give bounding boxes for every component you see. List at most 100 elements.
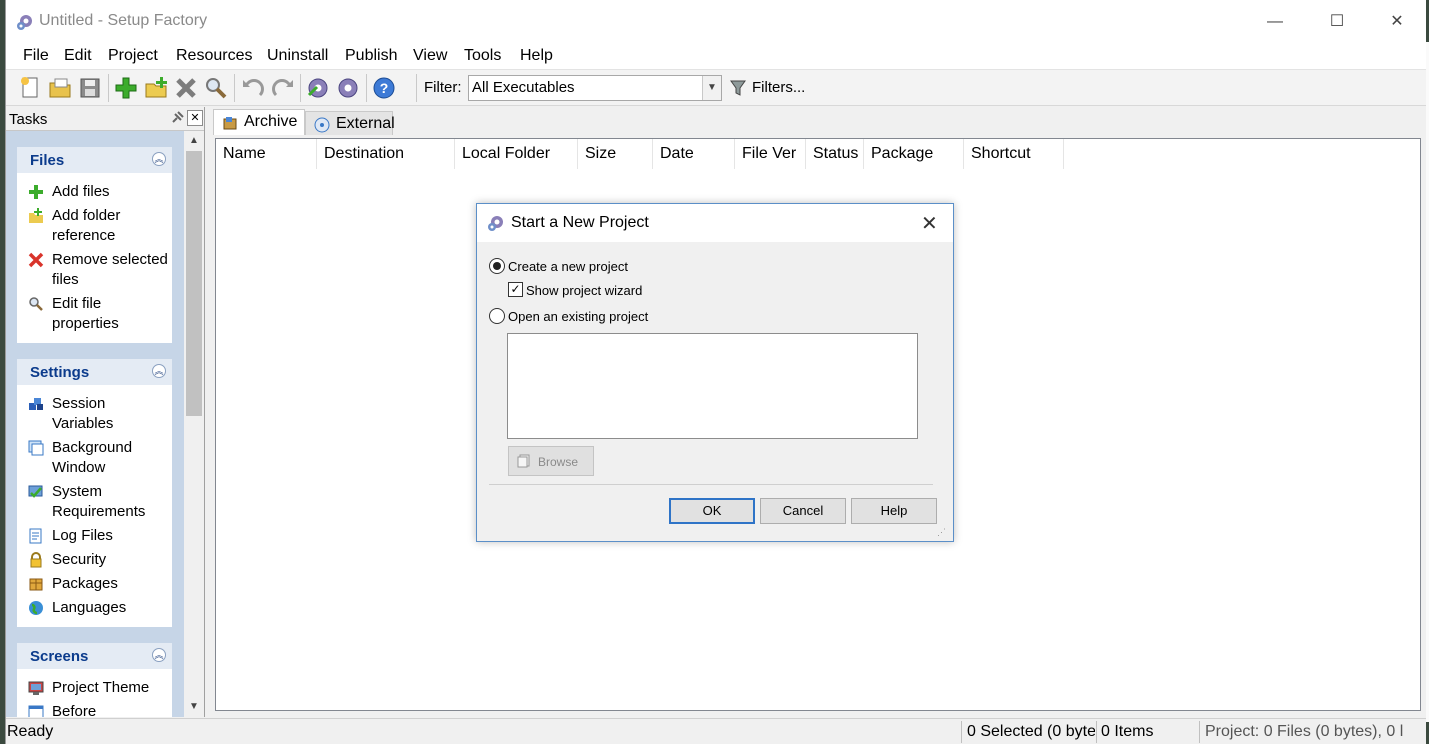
file-properties-icon[interactable] [203, 75, 229, 101]
chevron-up-icon[interactable]: ▲ [189, 135, 199, 146]
theme-icon [28, 681, 44, 695]
menu-edit[interactable]: Edit [64, 47, 92, 65]
help-icon[interactable]: ? [371, 75, 397, 101]
ok-button[interactable]: OK [669, 498, 755, 524]
task-label: Edit file properties [52, 295, 119, 332]
status-project: Project: 0 Files (0 bytes), 0 l [1205, 723, 1404, 740]
publish-settings-icon[interactable] [335, 75, 361, 101]
column-header-local-folder[interactable]: Local Folder [455, 139, 578, 169]
screen-before-icon [28, 705, 44, 717]
open-existing-label[interactable]: Open an existing project [508, 309, 648, 324]
undo-icon[interactable] [240, 75, 266, 101]
menu-bar: File Edit Project Resources Uninstall Pu… [6, 42, 1426, 70]
globe-icon [29, 601, 43, 615]
task-label: Session Variables [52, 395, 114, 432]
task-pane-scrollbar[interactable]: ▲ ▼ [184, 131, 204, 717]
menu-tools[interactable]: Tools [464, 47, 501, 65]
close-button[interactable]: ✕ [1374, 8, 1420, 36]
maximize-button[interactable]: ☐ [1314, 8, 1360, 36]
create-new-radio[interactable] [489, 258, 505, 274]
redo-icon[interactable] [270, 75, 296, 101]
status-ready: Ready [7, 723, 54, 740]
task-label: Security [52, 551, 107, 568]
create-new-label[interactable]: Create a new project [508, 259, 628, 274]
show-wizard-label[interactable]: Show project wizard [526, 283, 642, 298]
resize-grip-icon[interactable]: ⋰ [937, 527, 949, 539]
column-header-date[interactable]: Date [653, 139, 735, 169]
browse-button[interactable]: Browse [508, 446, 594, 476]
toolbar: ? Filter: All Executables ▼ Filters... [6, 70, 1426, 106]
task-pane-title: Tasks [9, 111, 48, 128]
task-pane-header: Tasks ✕ [6, 107, 204, 131]
chevron-down-icon[interactable]: ▼ [702, 76, 721, 100]
show-wizard-checkbox[interactable]: ✓ [508, 282, 523, 297]
column-header-shortcut[interactable]: Shortcut [964, 139, 1064, 169]
chevron-down-icon[interactable]: ▼ [189, 701, 199, 712]
screens-group-header[interactable]: Screens ︽ [17, 643, 172, 669]
collapse-icon[interactable]: ︽ [152, 648, 166, 662]
menu-uninstall[interactable]: Uninstall [267, 47, 328, 65]
pin-icon[interactable] [169, 110, 185, 126]
settings-group-header[interactable]: Settings ︽ [17, 359, 172, 385]
build-icon[interactable] [305, 75, 331, 101]
dialog-divider [489, 484, 933, 485]
cancel-button[interactable]: Cancel [760, 498, 846, 524]
task-pane: Tasks ✕ Files ︽ Add files Add folder ref… [6, 107, 205, 717]
settings-group: Settings ︽ Session Variables Background … [17, 359, 172, 627]
help-button[interactable]: Help [851, 498, 937, 524]
tab-external-label: External [336, 115, 395, 132]
collapse-icon[interactable]: ︽ [152, 364, 166, 378]
svg-text:?: ? [380, 80, 389, 96]
remove-x-icon [28, 252, 44, 268]
gear-app-icon [17, 15, 32, 30]
browse-label: Browse [538, 455, 579, 469]
dialog-title: Start a New Project [511, 214, 649, 231]
session-variables-icon [29, 398, 43, 410]
new-project-dialog: Start a New Project ✕ Create a new proje… [476, 203, 954, 542]
filter-value: All Executables [472, 79, 575, 96]
add-files-icon[interactable] [113, 75, 139, 101]
menu-resources[interactable]: Resources [176, 47, 252, 65]
open-existing-radio[interactable] [489, 308, 505, 324]
task-label: System Requirements [52, 483, 146, 520]
tab-external[interactable]: External [305, 111, 395, 135]
close-icon[interactable]: ✕ [921, 211, 938, 236]
column-header-package[interactable]: Package [864, 139, 964, 169]
tab-archive[interactable]: Archive [213, 109, 305, 135]
close-icon[interactable]: ✕ [187, 110, 203, 126]
open-project-icon[interactable] [47, 75, 73, 101]
column-header-destination[interactable]: Destination [317, 139, 455, 169]
new-project-icon[interactable] [17, 75, 43, 101]
column-header-file-ver[interactable]: File Ver [735, 139, 806, 169]
settings-group-title: Settings [30, 364, 90, 381]
title-bar: Untitled - Setup Factory — ☐ ✕ [6, 0, 1426, 42]
add-icon [29, 185, 43, 199]
scrollbar-thumb[interactable] [186, 151, 202, 416]
column-header-size[interactable]: Size [578, 139, 653, 169]
files-group-title: Files [30, 152, 65, 169]
filter-label: Filter: [424, 79, 462, 96]
column-header-name[interactable]: Name [216, 139, 317, 169]
remove-icon[interactable] [173, 75, 199, 101]
menu-help[interactable]: Help [520, 47, 553, 65]
task-label: Add files [52, 183, 110, 200]
status-items: 0 Items [1101, 723, 1154, 740]
menu-file[interactable]: File [23, 47, 49, 65]
log-file-icon [29, 528, 42, 544]
task-label: Languages [52, 599, 127, 616]
save-icon[interactable] [77, 75, 103, 101]
browse-icon [517, 454, 530, 468]
filter-select[interactable]: All Executables ▼ [468, 75, 722, 101]
add-folder-icon[interactable] [143, 75, 169, 101]
column-header-status[interactable]: Status [806, 139, 864, 169]
menu-project[interactable]: Project [108, 47, 158, 65]
collapse-icon[interactable]: ︽ [152, 152, 166, 166]
filters-button[interactable]: Filters... [752, 79, 805, 96]
task-label: Packages [52, 575, 118, 592]
files-group-header[interactable]: Files ︽ [17, 147, 172, 173]
archive-icon [223, 117, 237, 130]
minimize-button[interactable]: — [1252, 8, 1298, 36]
menu-publish[interactable]: Publish [345, 47, 397, 65]
menu-view[interactable]: View [413, 47, 447, 65]
recent-projects-list[interactable] [507, 333, 918, 439]
